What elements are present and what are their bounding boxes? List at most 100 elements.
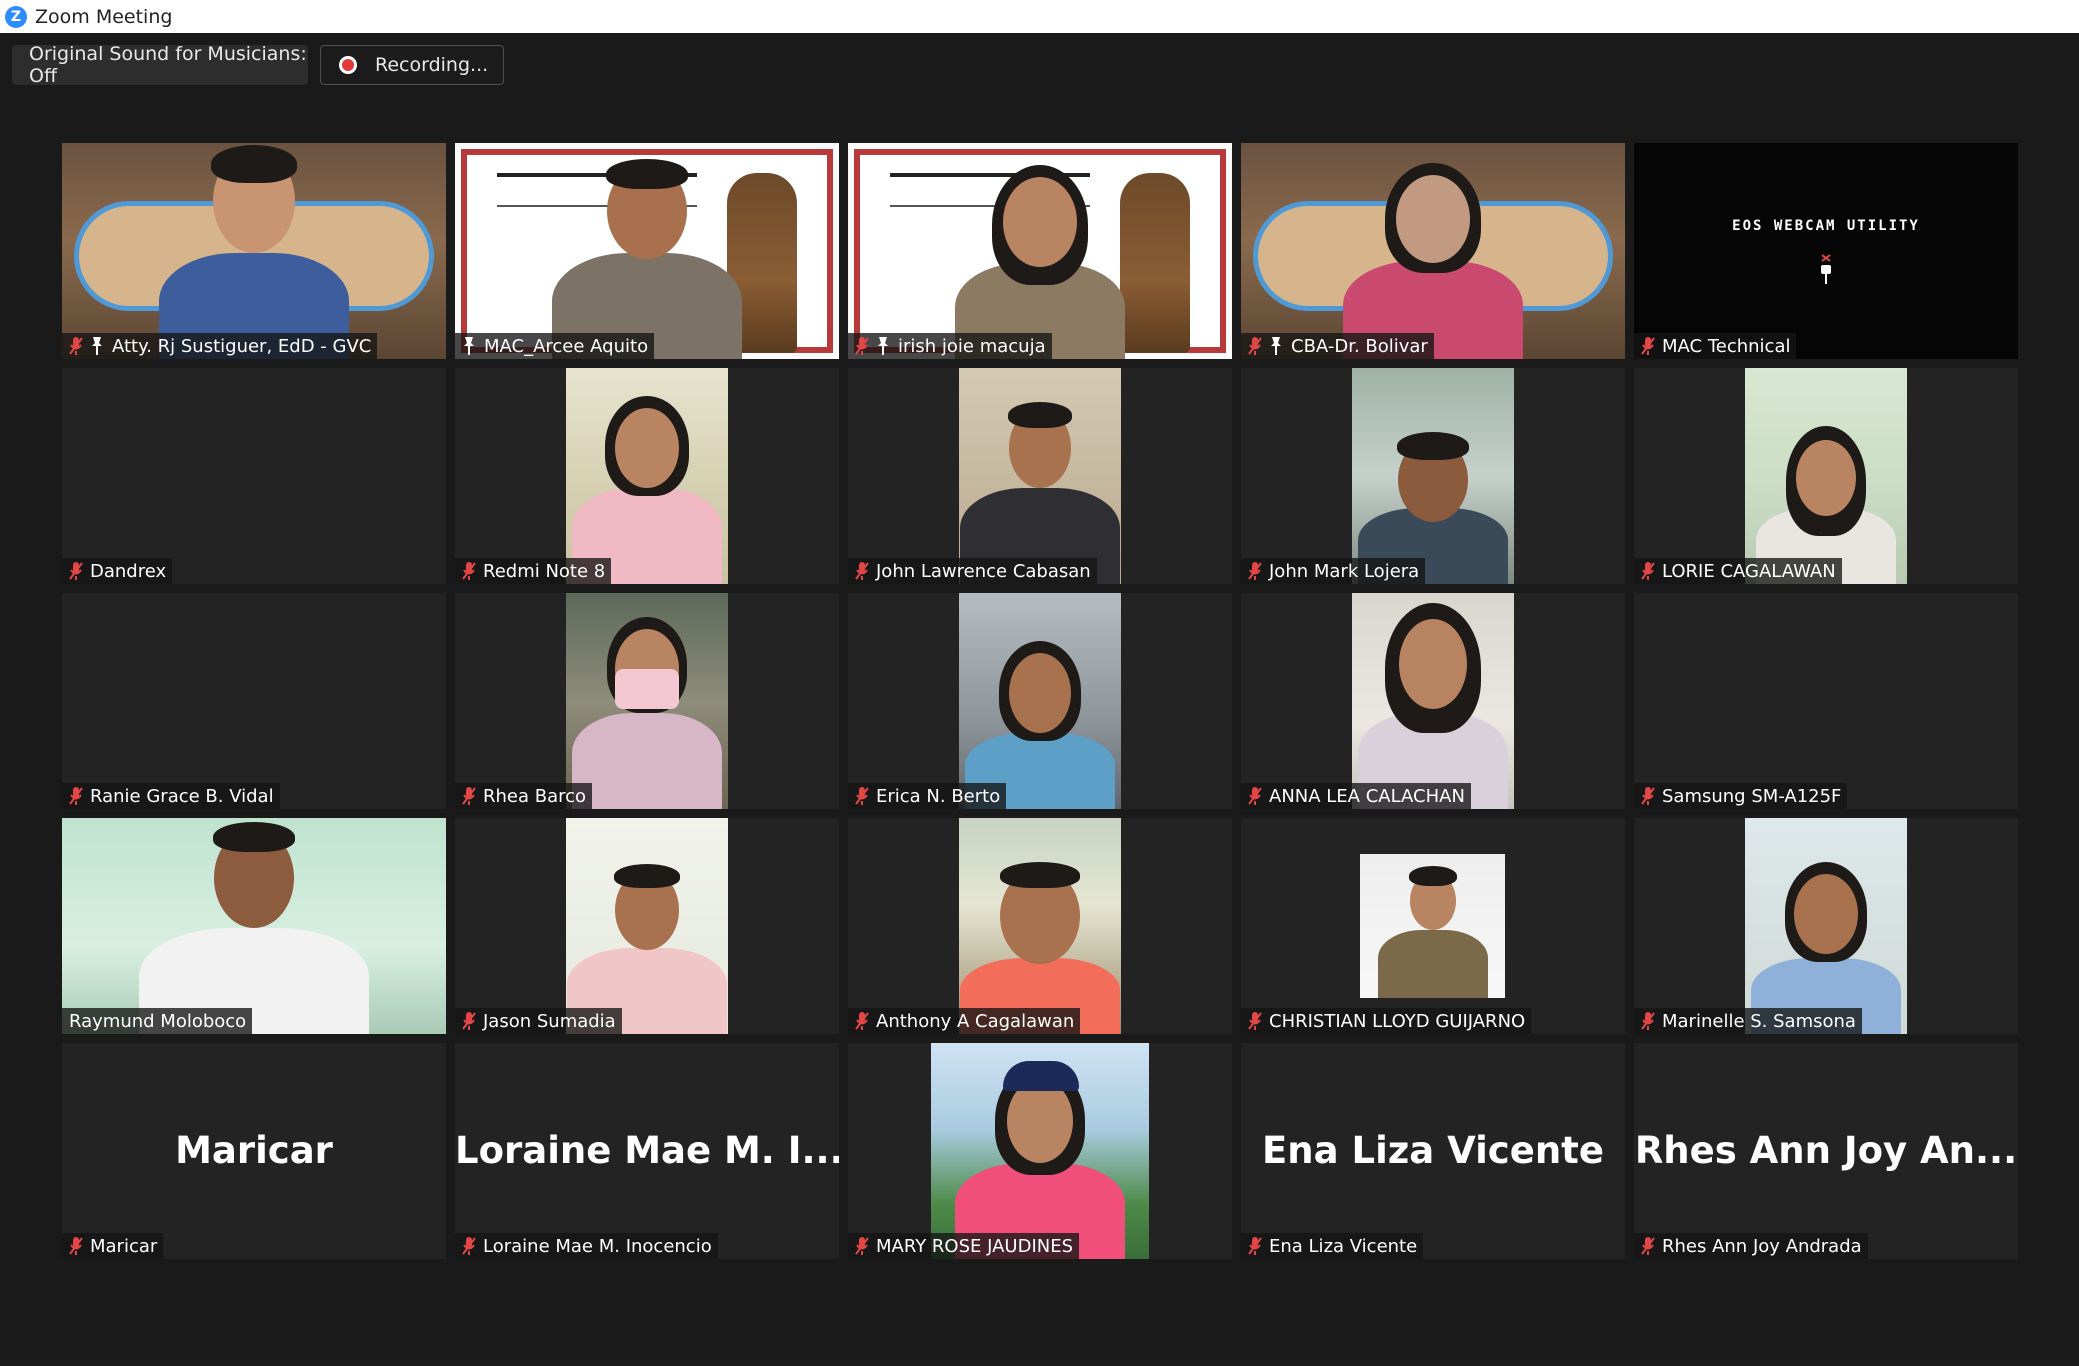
- participant-tile[interactable]: Rhea Barco: [455, 593, 839, 809]
- participant-namebar: Samsung SM-A125F: [1634, 783, 1848, 809]
- participant-name: ANNA LEA CALACHAN: [1269, 785, 1465, 807]
- participant-video: [566, 818, 728, 1034]
- participant-tile[interactable]: Ranie Grace B. Vidal: [62, 593, 446, 809]
- participant-video: [1352, 368, 1514, 584]
- muted-mic-icon: [855, 337, 869, 355]
- gallery-grid: Atty. Rj Sustiguer, EdD - GVC MAC_Arcee …: [62, 143, 2018, 1259]
- participant-namebar: Erica N. Berto: [848, 783, 1007, 809]
- participant-tile[interactable]: John Mark Lojera: [1241, 368, 1625, 584]
- participant-namebar: MAC Technical: [1634, 333, 1797, 359]
- participant-name: LORIE CAGALAWAN: [1662, 560, 1836, 582]
- pin-icon: [878, 337, 888, 355]
- participant-name: Marinelle S. Samsona: [1662, 1010, 1856, 1032]
- muted-mic-icon: [1641, 1237, 1655, 1255]
- participant-video: [959, 593, 1121, 809]
- participant-name: Atty. Rj Sustiguer, EdD - GVC: [112, 335, 372, 357]
- participant-tile[interactable]: EOS WEBCAM UTILITY MAC Technical: [1634, 143, 2018, 359]
- participant-name: Samsung SM-A125F: [1662, 785, 1842, 807]
- muted-mic-icon: [462, 562, 476, 580]
- original-sound-button[interactable]: Original Sound for Musicians: Off: [12, 43, 308, 87]
- muted-mic-icon: [855, 1012, 869, 1030]
- participant-namebar: LORIE CAGALAWAN: [1634, 558, 1842, 584]
- participant-namebar: Loraine Mae M. Inocencio: [455, 1233, 718, 1259]
- participant-tile[interactable]: Dandrex: [62, 368, 446, 584]
- webcam-icon: [1821, 254, 1831, 284]
- participant-tile[interactable]: Jason Sumadia: [455, 818, 839, 1034]
- participant-tile[interactable]: Loraine Mae M. I... Loraine Mae M. Inoce…: [455, 1043, 839, 1259]
- participant-name: Raymund Moloboco: [69, 1010, 247, 1032]
- participant-name: irish joie macuja: [898, 335, 1046, 357]
- participant-namebar: Atty. Rj Sustiguer, EdD - GVC: [62, 333, 378, 359]
- participant-name: Jason Sumadia: [483, 1010, 616, 1032]
- participant-namebar: Raymund Moloboco: [62, 1008, 253, 1034]
- muted-mic-icon: [462, 1237, 476, 1255]
- participant-tile[interactable]: John Lawrence Cabasan: [848, 368, 1232, 584]
- participant-video: [959, 368, 1121, 584]
- participant-namebar: Jason Sumadia: [455, 1008, 622, 1034]
- muted-mic-icon: [855, 787, 869, 805]
- participant-tile[interactable]: ANNA LEA CALACHAN: [1241, 593, 1625, 809]
- participant-name: Rhes Ann Joy Andrada: [1662, 1235, 1862, 1257]
- participant-display-name: Ena Liza Vicente: [1262, 1129, 1604, 1172]
- participant-name: Dandrex: [90, 560, 167, 582]
- participant-name: John Lawrence Cabasan: [876, 560, 1091, 582]
- participant-display-name: Loraine Mae M. I...: [455, 1129, 839, 1172]
- participant-namebar: Dandrex: [62, 558, 173, 584]
- participant-tile[interactable]: Marinelle S. Samsona: [1634, 818, 2018, 1034]
- pin-icon: [1271, 337, 1281, 355]
- participant-video: [1241, 143, 1625, 359]
- muted-mic-icon: [69, 337, 83, 355]
- participant-tile[interactable]: Raymund Moloboco: [62, 818, 446, 1034]
- participant-namebar: ANNA LEA CALACHAN: [1241, 783, 1471, 809]
- participant-tile[interactable]: MAC_Arcee Aquito: [455, 143, 839, 359]
- participant-namebar: Marinelle S. Samsona: [1634, 1008, 1862, 1034]
- participant-tile[interactable]: Anthony A Cagalawan: [848, 818, 1232, 1034]
- recording-indicator[interactable]: Recording...: [320, 45, 504, 85]
- participant-name: Rhea Barco: [483, 785, 587, 807]
- participant-video: [62, 818, 446, 1034]
- participant-name: Loraine Mae M. Inocencio: [483, 1235, 712, 1257]
- muted-mic-icon: [1641, 787, 1655, 805]
- participant-namebar: John Lawrence Cabasan: [848, 558, 1097, 584]
- participant-tile[interactable]: Ena Liza Vicente Ena Liza Vicente: [1241, 1043, 1625, 1259]
- muted-mic-icon: [69, 562, 83, 580]
- participant-namebar: Ena Liza Vicente: [1241, 1233, 1424, 1259]
- participant-namebar: irish joie macuja: [848, 333, 1052, 359]
- participant-tile[interactable]: Maricar Maricar: [62, 1043, 446, 1259]
- participant-name: CHRISTIAN LLOYD GUIJARNO: [1269, 1010, 1526, 1032]
- participant-tile[interactable]: CHRISTIAN LLOYD GUIJARNO: [1241, 818, 1625, 1034]
- participant-tile[interactable]: MARY ROSE JAUDINES: [848, 1043, 1232, 1259]
- participant-name: Ena Liza Vicente: [1269, 1235, 1418, 1257]
- muted-mic-icon: [855, 562, 869, 580]
- participant-namebar: Maricar: [62, 1233, 164, 1259]
- participant-tile[interactable]: Samsung SM-A125F: [1634, 593, 2018, 809]
- participant-video: [848, 143, 1232, 359]
- muted-mic-icon: [1641, 562, 1655, 580]
- record-icon: [339, 56, 357, 74]
- webcam-utility-text: EOS WEBCAM UTILITY: [1732, 218, 1920, 234]
- participant-tile[interactable]: LORIE CAGALAWAN: [1634, 368, 2018, 584]
- participant-tile[interactable]: CBA-Dr. Bolivar: [1241, 143, 1625, 359]
- participant-namebar: CBA-Dr. Bolivar: [1241, 333, 1434, 359]
- muted-mic-icon: [1641, 337, 1655, 355]
- participant-video: EOS WEBCAM UTILITY: [1634, 143, 2018, 359]
- participant-namebar: John Mark Lojera: [1241, 558, 1426, 584]
- participant-name: Redmi Note 8: [483, 560, 606, 582]
- participant-name: Ranie Grace B. Vidal: [90, 785, 274, 807]
- participant-video: [455, 143, 839, 359]
- participant-tile[interactable]: Atty. Rj Sustiguer, EdD - GVC: [62, 143, 446, 359]
- participant-namebar: CHRISTIAN LLOYD GUIJARNO: [1241, 1008, 1532, 1034]
- window-titlebar: Z Zoom Meeting: [0, 0, 2079, 33]
- participant-tile[interactable]: irish joie macuja: [848, 143, 1232, 359]
- participant-namebar: Anthony A Cagalawan: [848, 1008, 1081, 1034]
- participant-video: [1745, 368, 1907, 584]
- recording-label: Recording...: [375, 54, 489, 76]
- participant-namebar: Redmi Note 8: [455, 558, 612, 584]
- participant-name: Erica N. Berto: [876, 785, 1001, 807]
- window-title: Zoom Meeting: [35, 5, 173, 28]
- participant-tile[interactable]: Redmi Note 8: [455, 368, 839, 584]
- participant-video: [566, 368, 728, 584]
- participant-tile[interactable]: Erica N. Berto: [848, 593, 1232, 809]
- participant-tile[interactable]: Rhes Ann Joy An... Rhes Ann Joy Andrada: [1634, 1043, 2018, 1259]
- pin-icon: [92, 337, 102, 355]
